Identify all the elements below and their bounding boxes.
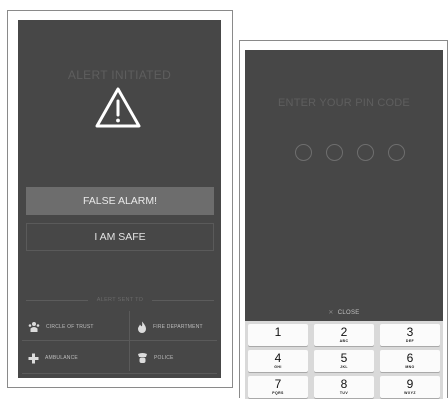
key-3[interactable]: 3 DEF bbox=[380, 324, 440, 346]
key-1[interactable]: 1 bbox=[248, 324, 308, 346]
pin-indicator bbox=[295, 144, 405, 162]
close-icon: ✕ bbox=[328, 310, 334, 316]
close-button[interactable]: ✕ CLOSE bbox=[245, 309, 443, 316]
key-6[interactable]: 6 MNO bbox=[380, 350, 440, 372]
key-letters: GHI bbox=[274, 365, 282, 369]
key-digit: 8 bbox=[340, 377, 348, 391]
close-label: CLOSE bbox=[337, 310, 360, 316]
i-am-safe-button[interactable]: I AM SAFE bbox=[26, 223, 214, 251]
key-4[interactable]: 4 GHI bbox=[248, 350, 308, 372]
alert-sent-to-divider: ALERT SENT TO bbox=[26, 295, 214, 305]
pin-dot bbox=[326, 144, 343, 161]
pin-dot bbox=[388, 144, 405, 161]
medical-cross-icon bbox=[28, 353, 39, 363]
divider-line bbox=[152, 300, 214, 301]
contact-label: POLICE bbox=[154, 355, 174, 361]
key-letters: WXYZ bbox=[404, 391, 416, 395]
grid-divider-vertical bbox=[129, 311, 130, 371]
pin-title: ENTER YOUR PIN CODE bbox=[278, 97, 410, 109]
false-alarm-button[interactable]: FALSE ALARM! bbox=[26, 187, 214, 215]
alert-phone-frame: ALERT INITIATED FALSE ALARM! I AM SAFE A… bbox=[7, 10, 233, 388]
fire-icon bbox=[138, 321, 146, 333]
alert-title: ALERT INITIATED bbox=[67, 68, 172, 82]
people-icon bbox=[28, 322, 40, 332]
key-digit: 2 bbox=[340, 325, 348, 339]
key-letters: TUV bbox=[339, 391, 349, 395]
key-letters: JKL bbox=[340, 365, 348, 369]
pin-phone-frame: ENTER YOUR PIN CODE ✕ CLOSE 1 2 ABC 3 DEF bbox=[239, 40, 448, 399]
key-9[interactable]: 9 WXYZ bbox=[380, 376, 440, 398]
numeric-keypad: 1 2 ABC 3 DEF 4 GHI 5 JKL 6 MNO 7 PQRS 8… bbox=[245, 321, 443, 399]
key-digit: 6 bbox=[406, 351, 414, 365]
police-icon bbox=[138, 353, 147, 363]
key-8[interactable]: 8 TUV bbox=[314, 376, 374, 398]
key-digit: 4 bbox=[274, 351, 282, 365]
warning-triangle-icon bbox=[95, 87, 141, 128]
pin-screen: ENTER YOUR PIN CODE ✕ CLOSE 1 2 ABC 3 DEF bbox=[245, 50, 443, 399]
contact-circle-of-trust: CIRCLE OF TRUST bbox=[28, 311, 94, 343]
pin-dot bbox=[295, 144, 312, 161]
contact-ambulance: AMBULANCE bbox=[28, 342, 78, 374]
key-letters: PQRS bbox=[272, 391, 284, 395]
contact-label: FIRE DEPARTMENT bbox=[153, 324, 203, 330]
key-digit: 5 bbox=[340, 351, 348, 365]
contact-police: POLICE bbox=[137, 342, 174, 374]
alert-screen: ALERT INITIATED FALSE ALARM! I AM SAFE A… bbox=[18, 20, 221, 378]
key-letters: ABC bbox=[339, 339, 349, 343]
key-7[interactable]: 7 PQRS bbox=[248, 376, 308, 398]
key-letters: DEF bbox=[405, 339, 415, 343]
key-digit: 1 bbox=[274, 325, 282, 339]
key-digit: 9 bbox=[406, 377, 414, 391]
pin-dot bbox=[357, 144, 374, 161]
key-letters: MNO bbox=[405, 365, 415, 369]
key-digit: 3 bbox=[406, 325, 414, 339]
key-5[interactable]: 5 JKL bbox=[314, 350, 374, 372]
contact-label: CIRCLE OF TRUST bbox=[46, 324, 94, 330]
key-digit: 7 bbox=[274, 377, 282, 391]
contact-fire-department: FIRE DEPARTMENT bbox=[137, 311, 203, 343]
key-2[interactable]: 2 ABC bbox=[314, 324, 374, 346]
contact-label: AMBULANCE bbox=[45, 355, 78, 361]
